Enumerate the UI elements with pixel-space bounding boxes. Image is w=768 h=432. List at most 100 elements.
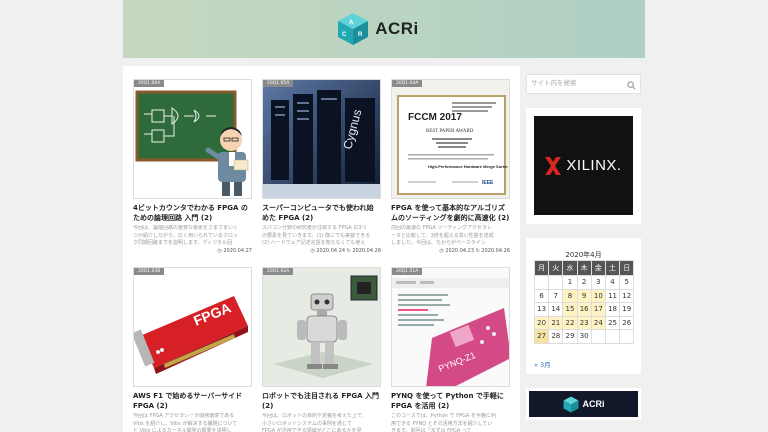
post-thumbnail[interactable]: 20Q1.03B FPGA <box>133 267 252 387</box>
search-input[interactable] <box>531 79 626 87</box>
calendar-day: 13 <box>533 302 550 317</box>
post-title[interactable]: 4ビットカウンタでわかる FPGA の ための論理回路 入門 (2) <box>133 203 252 223</box>
calendar-week: 1 2 3 4 5 <box>533 275 635 290</box>
calendar-weekday: 木 <box>576 260 592 276</box>
site-logo-text: ACRi <box>375 19 419 38</box>
calendar-day: 14 <box>548 302 564 317</box>
jupyter-pynq-board-image: PYNQ-Z1 <box>392 268 509 386</box>
sidebar-acri-banner-widget: ACRi <box>526 388 641 420</box>
post-card[interactable]: 20Q1.03B FPGA AWS F1 で始めるサーバーサイド FPGA (2… <box>133 267 252 432</box>
post-thumbnail[interactable]: 20Q1.01A PYNQ-Z1 <box>391 267 510 387</box>
post-title[interactable]: スーパーコンピュータでも使われ始 めた FPGA (2) <box>262 203 381 223</box>
calendar-day-with-posts[interactable]: 10 <box>590 288 606 303</box>
post-thumbnail[interactable]: 20Q1.02A <box>262 267 381 387</box>
post-thumbnail[interactable]: 20Q1.06A <box>133 79 252 199</box>
search-icon[interactable] <box>627 81 636 90</box>
post-date: ◷ 2020.04.27 <box>133 248 252 254</box>
post-badge: 20Q1.04A <box>392 80 423 87</box>
post-badge: 20Q1.06A <box>134 80 165 87</box>
calendar-day <box>604 329 621 344</box>
svg-text:High-Performance Hardware Merg: High-Performance Hardware Merge Sorter <box>428 164 508 169</box>
calendar-weekday: 火 <box>548 260 564 276</box>
post-badge: 20Q1.03B <box>134 268 165 275</box>
calendar-day: 4 <box>604 275 621 290</box>
clock-icon: ◷ <box>217 248 222 254</box>
post-badge: 20Q1.02A <box>263 268 294 275</box>
calendar-day: 19 <box>619 302 635 317</box>
calendar-week: 13 14 15 16 17 18 19 <box>533 302 635 317</box>
calendar-day: 1 <box>562 275 578 290</box>
post-thumbnail[interactable]: 20Q1.04A FCCM 2017 BEST PAPER AWARD High… <box>391 79 510 199</box>
calendar-day-with-posts[interactable]: 16 <box>576 302 592 317</box>
post-title[interactable]: ロボットでも注目される FPGA 入門 (2) <box>262 391 381 411</box>
calendar-day: 26 <box>619 315 635 330</box>
sidebar-calendar-widget: 2020年4月 月 火 水 木 金 土 日 1 2 3 4 5 6 7 8 9 … <box>526 238 641 374</box>
post-date: ◷ 2020.04.23 ↻ 2020.04.26 <box>391 248 510 254</box>
post-card[interactable]: 20Q1.04A FCCM 2017 BEST PAPER AWARD High… <box>391 79 510 254</box>
post-title[interactable]: PYNQ を使って Python で手軽に FPGA を活用 (2) <box>391 391 510 411</box>
calendar-day: 12 <box>619 288 635 303</box>
post-excerpt: 今回は、ロボットの目的や定義を考えた上で、 小さいロボットシステムの事例を通じて… <box>262 413 367 432</box>
calendar-day: 30 <box>576 329 592 344</box>
calendar-weekday: 月 <box>533 260 550 276</box>
acri-banner[interactable]: ACRi <box>529 391 638 417</box>
calendar-weekday: 金 <box>590 260 606 276</box>
post-date-text: 2020.04.27 <box>223 248 252 254</box>
post-date-text: 2020.04.24 ↻ 2020.04.26 <box>316 248 381 254</box>
calendar-week: 20 21 22 23 24 25 26 <box>533 315 635 330</box>
svg-text:A: A <box>349 20 354 26</box>
calendar-table: 月 火 水 木 金 土 日 1 2 3 4 5 6 7 8 9 10 11 12… <box>533 260 635 344</box>
clock-icon: ◷ <box>439 248 444 254</box>
calendar-weekday: 土 <box>604 260 621 276</box>
post-card[interactable]: 20Q1.01A PYNQ-Z1 PYNQ を使って Python で手軽に F… <box>391 267 510 432</box>
supercomputer-photo: Cygnus <box>263 80 380 198</box>
post-excerpt: 今回は、論理回路の重要な要素をさまざまいく つか紹介しながら、広く用いられている… <box>133 225 239 246</box>
calendar-day <box>533 275 550 290</box>
post-title[interactable]: AWS F1 で始めるサーバーサイド FPGA (2) <box>133 391 252 411</box>
xilinx-banner[interactable]: XILINX. <box>534 116 633 215</box>
post-date: ◷ 2020.04.24 ↻ 2020.04.26 <box>262 248 381 254</box>
svg-text:BEST PAPER AWARD: BEST PAPER AWARD <box>426 129 474 134</box>
award-certificate-image: FCCM 2017 BEST PAPER AWARD High-Performa… <box>392 80 509 198</box>
post-grid: 20Q1.06A 4ビットカウンタでわかる FPGA の ための論理回路 入門 … <box>123 66 520 432</box>
calendar-week: 27 28 29 30 <box>533 329 635 344</box>
acri-cube-icon: A C R <box>338 13 369 45</box>
calendar-day-today[interactable]: 27 <box>533 329 550 344</box>
svg-text:FCCM 2017: FCCM 2017 <box>408 112 462 123</box>
xilinx-wordmark: XILINX. <box>566 157 622 174</box>
site-logo[interactable]: A C R ACRi <box>337 12 419 46</box>
calendar-day-with-posts[interactable]: 22 <box>562 315 578 330</box>
calendar-day-with-posts[interactable]: 17 <box>590 302 606 317</box>
post-card[interactable]: 20Q1.05A Cygnus スーパーコンピュータでも使われ始 めた FPGA… <box>262 79 381 254</box>
svg-text:C: C <box>342 32 347 38</box>
calendar-day-with-posts[interactable]: 9 <box>576 288 592 303</box>
post-card[interactable]: 20Q1.06A 4ビットカウンタでわかる FPGA の ための論理回路 入門 … <box>133 79 252 254</box>
calendar-day-with-posts[interactable]: 24 <box>590 315 606 330</box>
calendar-day-with-posts[interactable]: 20 <box>533 315 550 330</box>
calendar-day: 18 <box>604 302 621 317</box>
xilinx-logo-icon <box>545 156 562 175</box>
svg-text:IEEE: IEEE <box>482 180 494 186</box>
post-card[interactable]: 20Q1.02A ロボットでも注目される FPGA 入門 (2) 今回は、ロボッ… <box>262 267 381 432</box>
calendar-day-with-posts[interactable]: 21 <box>548 315 564 330</box>
calendar-day: 3 <box>590 275 606 290</box>
calendar-week: 6 7 8 9 10 11 12 <box>533 288 635 303</box>
calendar-day: 28 <box>548 329 564 344</box>
calendar-day: 29 <box>562 329 578 344</box>
post-excerpt: スパコン分野の研究者が注目する FPGA の3つ の要素を見ていきます。(1) … <box>262 225 371 246</box>
calendar-day: 6 <box>533 288 550 303</box>
calendar-day-with-posts[interactable]: 23 <box>576 315 592 330</box>
blackboard-teacher-illustration <box>134 80 251 198</box>
post-thumbnail[interactable]: 20Q1.05A Cygnus <box>262 79 381 199</box>
sidebar-search <box>526 74 641 94</box>
acri-banner-text: ACRi <box>582 399 605 409</box>
calendar-day: 2 <box>576 275 592 290</box>
post-title[interactable]: FPGA を使って基本的なアルゴリズ ムのソーティングを劇的に高速化 (2) <box>391 203 510 223</box>
calendar-day: 5 <box>619 275 635 290</box>
calendar-day-with-posts[interactable]: 15 <box>562 302 578 317</box>
clock-icon: ◷ <box>310 248 315 254</box>
calendar-weekday: 日 <box>619 260 635 276</box>
calendar-day: 11 <box>604 288 621 303</box>
calendar-day-with-posts[interactable]: 8 <box>562 288 578 303</box>
calendar-prev-month-link[interactable]: « 3月 <box>534 359 551 369</box>
